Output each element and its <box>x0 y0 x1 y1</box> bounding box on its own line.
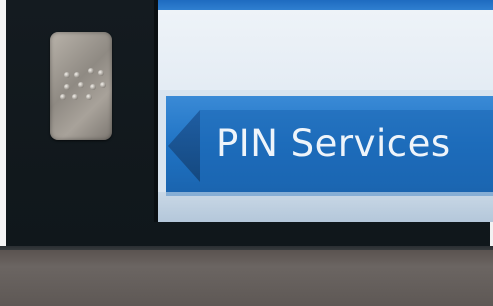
atm-kiosk-photo: PIN Services <box>0 0 493 306</box>
pin-services-label: PIN Services <box>216 122 451 165</box>
pin-services-button[interactable]: PIN Services <box>166 92 493 200</box>
screen-top-bar <box>158 0 493 10</box>
kiosk-screen: PIN Services <box>154 0 493 222</box>
screen-panel <box>158 10 493 90</box>
kiosk-lower-body <box>0 250 493 306</box>
braille-icon <box>50 32 112 140</box>
